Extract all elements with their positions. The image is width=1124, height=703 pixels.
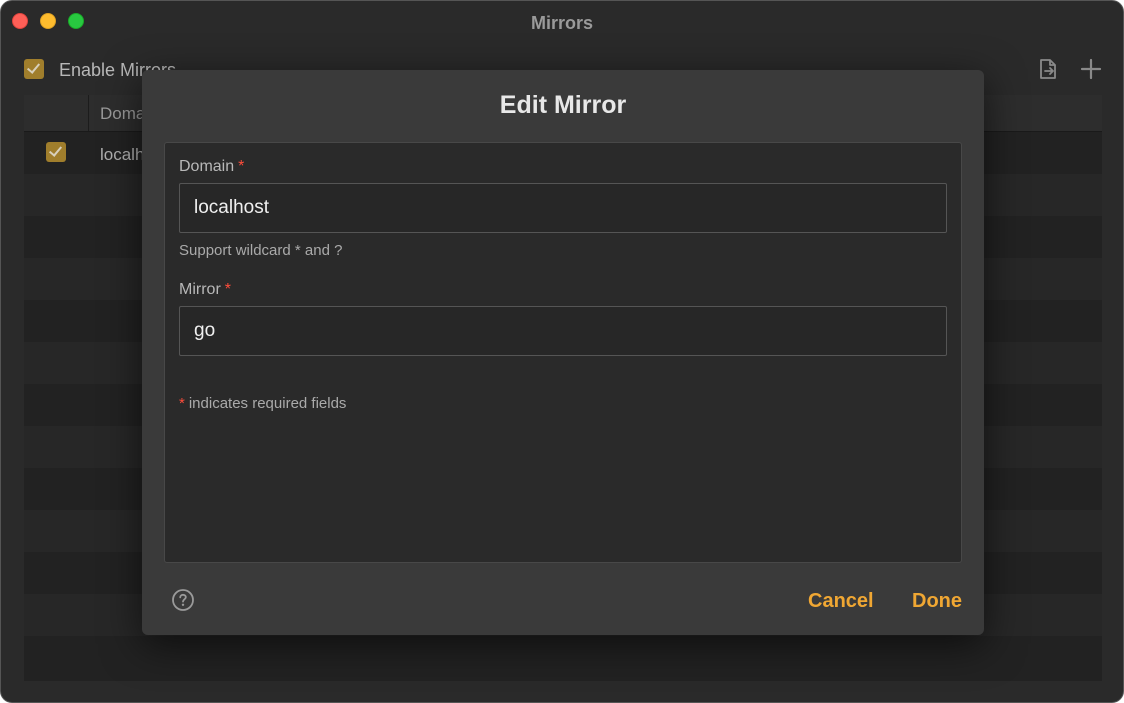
domain-label: Domain * [179,158,244,176]
edit-mirror-dialog: Edit Mirror Domain * localhost Support wi… [142,70,984,635]
required-asterisk: * [224,281,231,298]
dialog-title: Edit Mirror [499,91,627,119]
row-enabled-checkbox[interactable] [46,142,66,162]
mirrors-window: Mirrors Enable Mirrors Domain localhost … [0,0,1124,703]
domain-input[interactable]: localhost [179,183,947,233]
required-note: * indicates required fields [179,395,346,412]
window-title: Mirrors [530,13,593,33]
domain-hint: Support wildcard * and ? [179,242,343,259]
done-button[interactable]: Done [912,590,962,613]
plus-icon[interactable] [1079,57,1103,81]
mirror-input[interactable]: go [179,306,947,356]
form-panel: Domain * localhost Support wildcard * and… [164,142,962,563]
title-bar: Mirrors [1,1,1123,45]
mirror-label: Mirror * [179,281,231,299]
cancel-button[interactable]: Cancel [808,590,874,613]
column-divider [88,95,89,131]
required-asterisk: * [179,395,185,412]
required-asterisk: * [238,158,245,175]
table-row-empty [24,636,1102,678]
question-circle-icon[interactable] [171,588,195,612]
mirror-label-text: Mirror [179,281,221,298]
required-note-text: indicates required fields [188,395,347,412]
enable-mirrors-checkbox[interactable] [24,59,44,79]
document-import-icon[interactable] [1036,57,1060,81]
domain-label-text: Domain [179,158,235,175]
